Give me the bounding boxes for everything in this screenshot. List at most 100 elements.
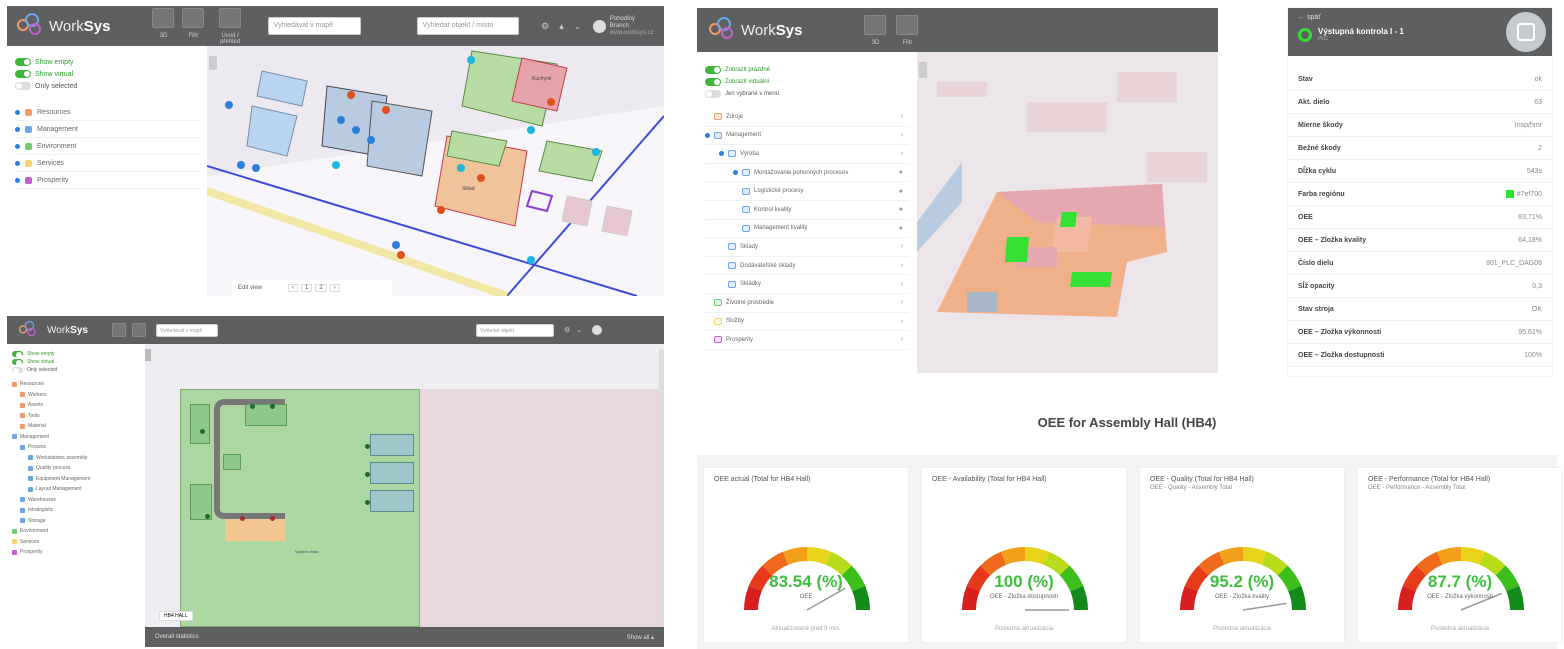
overview-button[interactable]	[219, 7, 242, 28]
object-search-input[interactable]: Vyhledat objekt	[475, 323, 554, 337]
map-pin[interactable]	[240, 516, 245, 521]
workstation-blue[interactable]	[370, 462, 414, 484]
avatar[interactable]	[593, 19, 606, 33]
visibility-icon[interactable]: ●	[899, 169, 903, 176]
tree-item[interactable]: Služby ›	[705, 313, 909, 332]
tree-item[interactable]: Assets	[12, 400, 140, 411]
tree-item[interactable]: Výroba ›	[705, 145, 909, 164]
chevron-right-icon[interactable]: ›	[901, 132, 903, 139]
chevron-right-icon[interactable]: ›	[901, 281, 903, 288]
tree-item[interactable]: Material	[12, 421, 140, 432]
toggle-only-selected[interactable]: Only selected	[15, 82, 199, 90]
3d-button[interactable]	[152, 7, 175, 28]
map-pin[interactable]	[250, 404, 255, 409]
map-pin[interactable]	[365, 500, 370, 505]
settings-icon[interactable]: ⚙	[564, 326, 570, 334]
toggle-switch[interactable]	[705, 90, 721, 98]
tree-item[interactable]: Warehouses	[12, 495, 140, 506]
map-pin[interactable]	[337, 116, 345, 124]
map-pin[interactable]	[367, 136, 375, 144]
tree-item[interactable]: Životné prostredie ›	[705, 294, 909, 313]
tree-item[interactable]: Environment	[12, 526, 140, 537]
map-pin[interactable]	[467, 56, 475, 64]
map-search-input[interactable]: Vyhledávat v mapě	[155, 323, 218, 337]
settings-icon[interactable]: ⚙	[541, 21, 549, 32]
toggle-switch[interactable]	[705, 66, 721, 74]
tree-item[interactable]: Skládky ›	[705, 275, 909, 294]
tree-item[interactable]: Management	[12, 432, 140, 443]
map-pin[interactable]	[225, 101, 233, 109]
toggle-show-empty[interactable]: Show empty	[12, 351, 140, 358]
oee-gauge-card[interactable]: OEE - Quality (Total for HB4 Hall) OEE - …	[1139, 467, 1345, 643]
tree-item[interactable]: Services	[12, 537, 140, 548]
workstation[interactable]	[190, 404, 210, 444]
oee-gauge-card[interactable]: OEE - Performance (Total for HB4 Hall) OE…	[1357, 467, 1563, 643]
back-button[interactable]: ← späť	[1298, 14, 1542, 21]
map-pin[interactable]	[270, 404, 275, 409]
map-pin[interactable]	[382, 106, 390, 114]
toggle-switch[interactable]	[705, 78, 721, 86]
site-map[interactable]: Kuchyně Sklad Edit view ‹ 1 2 ›	[207, 46, 664, 296]
pager-page[interactable]: 2	[315, 284, 327, 292]
scan-icon[interactable]	[1506, 12, 1546, 52]
chevron-down-icon[interactable]: ⌄	[574, 21, 582, 32]
tree-item[interactable]: Storage	[12, 516, 140, 527]
chevron-right-icon[interactable]: ›	[901, 318, 903, 325]
map-pin[interactable]	[270, 516, 275, 521]
workstation-orange[interactable]	[225, 519, 285, 541]
tree-item[interactable]: Zdroje ›	[705, 108, 909, 127]
pager-prev[interactable]: ‹	[288, 284, 299, 292]
tree-item[interactable]: Management kvality ●	[705, 220, 909, 239]
toggle-show-empty[interactable]: Show empty	[15, 58, 199, 66]
map-pin[interactable]	[200, 429, 205, 434]
tree-item[interactable]: Layout Management	[12, 484, 140, 495]
map-pin[interactable]	[352, 126, 360, 134]
map-collapse-handle[interactable]	[145, 349, 151, 361]
map-pin[interactable]	[332, 161, 340, 169]
tree-item[interactable]: Management ›	[705, 127, 909, 146]
map-pin[interactable]	[592, 148, 600, 156]
filter-button[interactable]	[896, 14, 919, 35]
toggle-switch[interactable]	[12, 359, 23, 366]
toggle-switch[interactable]	[15, 58, 31, 66]
statistics-footer[interactable]: Overall statistics Show all ▴	[145, 627, 664, 647]
map-pin[interactable]	[365, 472, 370, 477]
oee-gauge-card[interactable]: OEE actual (Total for HB4 Hall) 83.54 (%)…	[703, 467, 909, 643]
tree-item[interactable]: Intralogistic	[12, 505, 140, 516]
toggle-show-empty[interactable]: Zobrazit prázdné	[705, 66, 909, 74]
layer-item-management[interactable]: Management	[15, 121, 199, 138]
filter-button[interactable]	[131, 323, 146, 337]
tree-item[interactable]: Quality process	[12, 463, 140, 474]
map-pin[interactable]	[547, 98, 555, 106]
layer-item-services[interactable]: Services	[15, 155, 199, 172]
visibility-icon[interactable]: ●	[899, 225, 903, 232]
map-pin[interactable]	[252, 164, 260, 172]
3d-button[interactable]	[864, 14, 887, 35]
workstation[interactable]	[223, 454, 241, 470]
filter-button[interactable]	[182, 7, 205, 28]
map-collapse-handle[interactable]	[919, 62, 927, 78]
chevron-right-icon[interactable]: ›	[901, 262, 903, 269]
3d-button[interactable]	[111, 323, 126, 337]
map-pin[interactable]	[237, 161, 245, 169]
map-pin[interactable]	[527, 256, 535, 264]
show-all-button[interactable]: Show all ▴	[627, 634, 654, 641]
tree-item[interactable]: Logistické procesy ●	[705, 182, 909, 201]
pager-next[interactable]: ›	[329, 284, 340, 292]
hall-map[interactable]: Výrobní linka HB4 HALL	[145, 344, 664, 627]
toggle-switch[interactable]	[15, 70, 31, 78]
tree-item[interactable]: Equipment Management	[12, 474, 140, 485]
visibility-icon[interactable]: ●	[899, 188, 903, 195]
edit-view-link[interactable]: Edit view	[238, 285, 262, 291]
layer-item-resources[interactable]: Resources	[15, 104, 199, 121]
toggle-show-virtual[interactable]: Show virtual	[12, 359, 140, 366]
tree-item[interactable]: Resources	[12, 379, 140, 390]
chevron-down-icon[interactable]: ⌄	[576, 326, 582, 334]
tree-item[interactable]: Tools	[12, 411, 140, 422]
pager-page[interactable]: 1	[301, 284, 313, 292]
toggle-switch[interactable]	[15, 82, 31, 90]
toggle-switch[interactable]	[12, 351, 23, 358]
toggle-only-selected[interactable]: Only selected	[12, 367, 140, 374]
chevron-right-icon[interactable]: ›	[901, 299, 903, 306]
map-pin[interactable]	[365, 444, 370, 449]
